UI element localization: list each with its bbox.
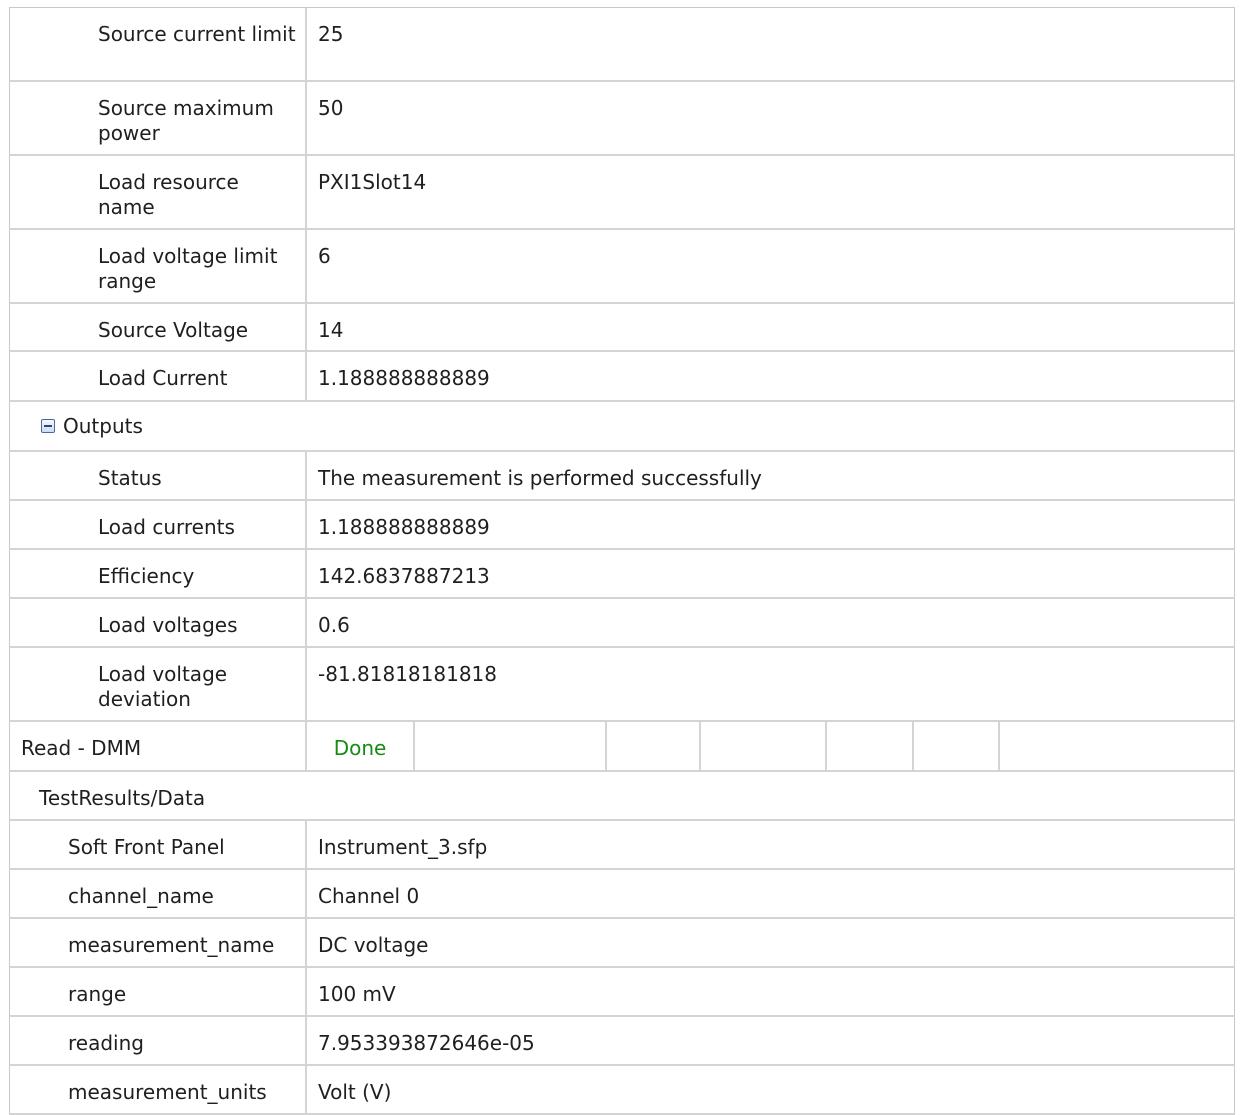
output-row-load-voltage-deviation: Load voltage deviation -81.81818181818: [9, 648, 1235, 722]
param-value: DC voltage: [318, 933, 429, 957]
step-status-badge: Done: [307, 722, 415, 770]
collapse-minus-icon[interactable]: [41, 419, 55, 433]
param-label: measurement_units: [10, 1066, 307, 1113]
param-value: -81.81818181818: [318, 662, 497, 686]
param-value: 6: [318, 244, 331, 268]
param-row-load-current: Load Current 1.188888888889: [9, 352, 1235, 402]
param-label: Soft Front Panel: [10, 821, 307, 868]
param-row-load-resource-name: Load resource name PXI1Slot14: [9, 156, 1235, 230]
param-label: range: [10, 968, 307, 1015]
step-name: Read - DMM: [10, 722, 307, 770]
param-value: 25: [318, 22, 344, 46]
param-value: 1.188888888889: [318, 366, 490, 390]
test-results-section-label: TestResults/Data: [39, 786, 206, 810]
param-value: Instrument_3.sfp: [318, 835, 488, 859]
param-row-load-voltage-limit-range: Load voltage limit range 6: [9, 230, 1235, 304]
step-cell-empty: [914, 722, 1000, 770]
param-label: Efficiency: [10, 550, 307, 597]
param-label: Load resource name: [10, 156, 307, 228]
param-value: 14: [318, 318, 344, 342]
result-row-measurement-name: measurement_name DC voltage: [9, 919, 1235, 968]
step-cell-empty: [827, 722, 914, 770]
result-row-soft-front-panel: Soft Front Panel Instrument_3.sfp: [9, 821, 1235, 870]
report-table: Source current limit 25 Source maximum p…: [9, 7, 1235, 1115]
param-label: Load voltage deviation: [10, 648, 307, 720]
result-row-channel-name: channel_name Channel 0: [9, 870, 1235, 919]
param-value: 50: [318, 96, 344, 120]
param-label: reading: [10, 1017, 307, 1064]
param-value: 1.188888888889: [318, 515, 490, 539]
param-row-source-maximum-power: Source maximum power 50: [9, 82, 1235, 156]
step-row-read-dmm[interactable]: Read - DMM Done: [9, 722, 1235, 772]
param-value: 0.6: [318, 613, 350, 637]
param-value: The measurement is performed successfull…: [318, 466, 762, 490]
output-row-load-voltages: Load voltages 0.6: [9, 599, 1235, 648]
result-row-range: range 100 mV: [9, 968, 1235, 1017]
param-label: Source maximum power: [10, 82, 307, 154]
param-value: 100 mV: [318, 982, 396, 1006]
param-label: Load currents: [10, 501, 307, 548]
step-cell-empty: [701, 722, 827, 770]
param-label: Source current limit: [10, 8, 307, 80]
step-cell-empty: [415, 722, 607, 770]
param-value: 7.953393872646e-05: [318, 1031, 535, 1055]
output-row-status: Status The measurement is performed succ…: [9, 452, 1235, 501]
param-value: Volt (V): [318, 1080, 392, 1104]
result-row-measurement-units: measurement_units Volt (V): [9, 1066, 1235, 1115]
param-label: channel_name: [10, 870, 307, 917]
param-value: Channel 0: [318, 884, 420, 908]
param-label: measurement_name: [10, 919, 307, 966]
output-row-load-currents: Load currents 1.188888888889: [9, 501, 1235, 550]
param-label: Load voltage limit range: [10, 230, 307, 302]
param-label: Load voltages: [10, 599, 307, 646]
step-cell-empty: [607, 722, 701, 770]
test-results-section-header: TestResults/Data: [9, 772, 1235, 821]
outputs-section-header[interactable]: Outputs: [9, 402, 1235, 452]
param-value: 142.6837887213: [318, 564, 490, 588]
param-value: PXI1Slot14: [318, 170, 427, 194]
param-label: Load Current: [10, 352, 307, 400]
param-label: Status: [10, 452, 307, 499]
param-label: Source Voltage: [10, 304, 307, 350]
param-row-source-voltage: Source Voltage 14: [9, 304, 1235, 352]
param-row-source-current-limit: Source current limit 25: [9, 8, 1235, 82]
outputs-section-label: Outputs: [63, 413, 143, 438]
result-row-reading: reading 7.953393872646e-05: [9, 1017, 1235, 1066]
step-cell-empty: [1000, 722, 1234, 770]
output-row-efficiency: Efficiency 142.6837887213: [9, 550, 1235, 599]
